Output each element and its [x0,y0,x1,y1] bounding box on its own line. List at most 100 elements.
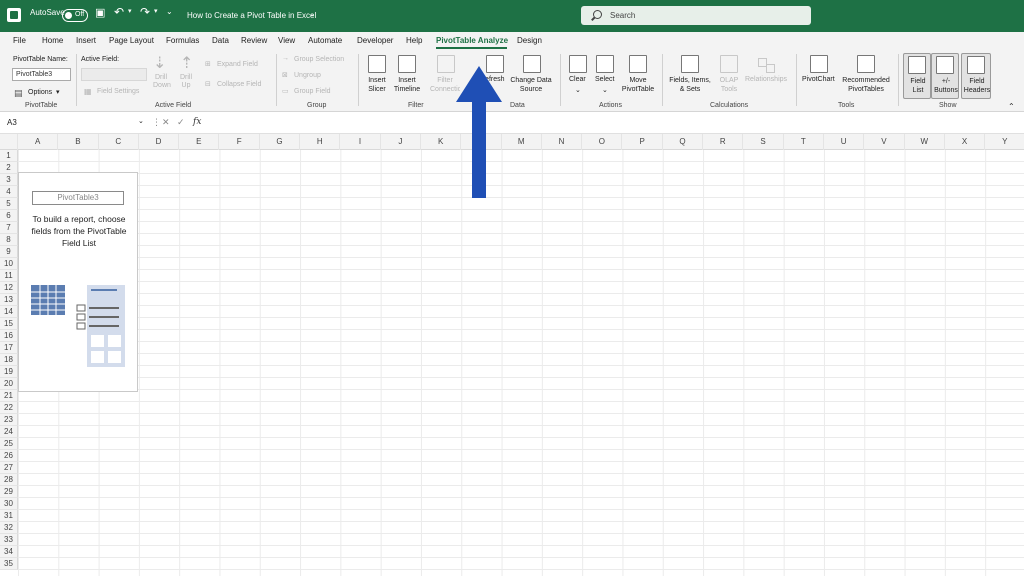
column-header[interactable]: U [824,134,865,150]
column-header[interactable]: D [139,134,180,150]
column-header[interactable]: N [542,134,583,150]
redo-icon[interactable]: ↷ [140,5,150,19]
row-header[interactable]: 1 [0,150,18,162]
row-header[interactable]: 28 [0,474,18,486]
row-header[interactable]: 12 [0,282,18,294]
tab-view[interactable]: View [278,36,295,45]
tab-pivottable-analyze[interactable]: PivotTable Analyze [436,36,508,45]
column-header[interactable]: C [99,134,139,150]
collapse-field-button[interactable]: Collapse Field [217,81,261,88]
row-header[interactable]: 15 [0,318,18,330]
row-header[interactable]: 11 [0,270,18,282]
tab-home[interactable]: Home [42,36,63,45]
column-header[interactable]: H [300,134,341,150]
row-header[interactable]: 3 [0,174,18,186]
pivotchart-button[interactable]: PivotChart [802,76,835,83]
row-header[interactable]: 24 [0,426,18,438]
olap-tools-button[interactable]: OLAP Tools [714,76,744,94]
row-header[interactable]: 17 [0,342,18,354]
column-header[interactable]: A [18,134,59,150]
cancel-icon[interactable]: ✕ [162,117,170,128]
row-header[interactable]: 25 [0,438,18,450]
group-field-button[interactable]: Group Field [294,88,331,95]
select-all-corner[interactable] [0,134,18,150]
insert-slicer-button[interactable]: Insert Slicer [364,76,390,94]
row-header[interactable]: 19 [0,366,18,378]
active-field-input[interactable] [81,68,147,81]
row-header[interactable]: 9 [0,246,18,258]
row-header[interactable]: 26 [0,450,18,462]
row-header[interactable]: 29 [0,486,18,498]
column-header[interactable]: Q [663,134,704,150]
row-header[interactable]: 2 [0,162,18,174]
row-header[interactable]: 35 [0,558,18,570]
row-header[interactable]: 21 [0,390,18,402]
column-header[interactable]: X [945,134,986,150]
tab-help[interactable]: Help [406,36,422,45]
row-header[interactable]: 5 [0,198,18,210]
collapse-ribbon-icon[interactable]: ⌃ [1008,102,1015,111]
options-button[interactable]: Options [28,89,52,96]
ungroup-button[interactable]: Ungroup [294,72,321,79]
row-header[interactable]: 27 [0,462,18,474]
pivottable-placeholder[interactable]: PivotTable3 To build a report, choose fi… [18,172,138,392]
tab-developer[interactable]: Developer [357,36,393,45]
redo-dropdown-icon[interactable]: ▾ [154,7,158,15]
row-header[interactable]: 7 [0,222,18,234]
tab-insert[interactable]: Insert [76,36,96,45]
row-header[interactable]: 6 [0,210,18,222]
row-header[interactable]: 16 [0,330,18,342]
column-header[interactable]: G [260,134,301,150]
column-header[interactable]: T [784,134,824,150]
document-title[interactable]: How to Create a Pivot Table in Excel [187,11,316,20]
column-header[interactable]: V [864,134,905,150]
insert-timeline-button[interactable]: Insert Timeline [391,76,423,94]
row-header[interactable]: 20 [0,378,18,390]
column-header[interactable]: J [381,134,421,150]
row-header[interactable]: 34 [0,546,18,558]
insert-function-icon[interactable]: fx [193,117,201,127]
clear-button[interactable]: Clear [569,76,586,83]
row-header[interactable]: 8 [0,234,18,246]
plus-minus-buttons-button[interactable]: +/- Buttons [931,53,959,99]
column-header[interactable]: S [743,134,784,150]
column-header[interactable]: I [340,134,381,150]
undo-icon[interactable]: ↶ [114,5,124,19]
name-box-dropdown-icon[interactable]: ⌄ [138,117,144,125]
select-button[interactable]: Select [595,76,614,83]
worksheet-grid[interactable] [18,150,1024,576]
column-header[interactable]: E [179,134,220,150]
field-list-button[interactable]: Field List [903,53,931,99]
tab-file[interactable]: File [13,36,26,45]
column-header[interactable]: P [623,134,663,150]
undo-dropdown-icon[interactable]: ▾ [128,7,132,15]
pivottable-name-input[interactable]: PivotTable3 [12,68,71,81]
row-header[interactable]: 13 [0,294,18,306]
column-header[interactable]: B [58,134,99,150]
row-header[interactable]: 23 [0,414,18,426]
row-header[interactable]: 32 [0,522,18,534]
column-header[interactable]: O [582,134,623,150]
row-header[interactable]: 4 [0,186,18,198]
column-header[interactable]: Y [985,134,1024,150]
recommended-pivottables-button[interactable]: Recommended PivotTables [838,76,894,94]
column-header[interactable]: W [905,134,945,150]
field-headers-button[interactable]: Field Headers [961,53,991,99]
group-selection-button[interactable]: Group Selection [294,56,344,63]
row-header[interactable]: 31 [0,510,18,522]
row-header[interactable]: 18 [0,354,18,366]
formula-input[interactable] [208,115,1020,131]
clear-dropdown-icon[interactable]: ⌄ [575,86,581,94]
tab-page-layout[interactable]: Page Layout [109,36,154,45]
tab-review[interactable]: Review [241,36,267,45]
row-header[interactable]: 10 [0,258,18,270]
tab-data[interactable]: Data [212,36,229,45]
autosave-toggle[interactable]: Off [62,9,88,22]
customize-toolbar-icon[interactable]: ⌄ [166,7,173,16]
move-pivottable-button[interactable]: Move PivotTable [619,76,657,94]
relationships-button[interactable]: Relationships [745,76,787,83]
search-box[interactable]: Search [581,6,811,25]
enter-icon[interactable]: ✓ [177,117,185,128]
fields-items-sets-button[interactable]: Fields, Items, & Sets [667,76,713,94]
row-header[interactable]: 22 [0,402,18,414]
